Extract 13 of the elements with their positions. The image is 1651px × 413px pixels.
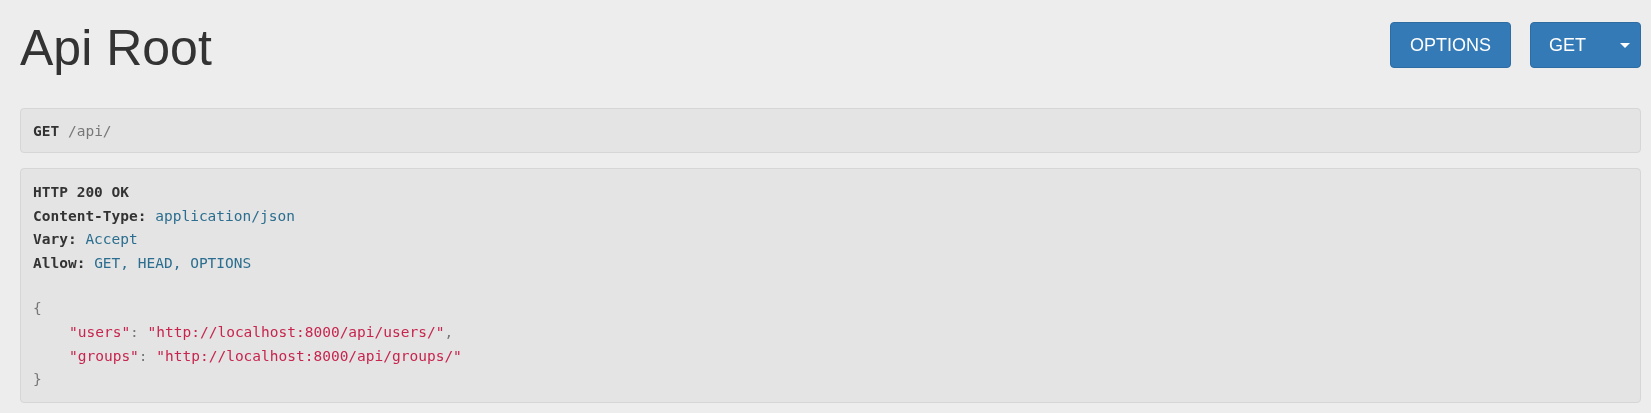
json-entry: "groups": "http://localhost:8000/api/groups/" [68,346,462,366]
json-brace: { [33,299,42,319]
page-title: Api Root [20,20,212,76]
caret-icon [1620,42,1630,48]
json-entry: "users": "http://localhost:8000/api/users/", [68,322,454,342]
get-dropdown-button[interactable]: GET [1530,22,1641,68]
header-line: Allow: GET, HEAD, OPTIONS [33,253,252,273]
json-brace: } [33,370,42,390]
header-line: Vary: Accept [33,230,138,250]
header-line: Content-Type: application/json [33,206,295,226]
request-line: GET /api/ [33,122,112,141]
options-button[interactable]: OPTIONS [1389,22,1511,68]
status-line: HTTP 200 OK [33,183,130,202]
